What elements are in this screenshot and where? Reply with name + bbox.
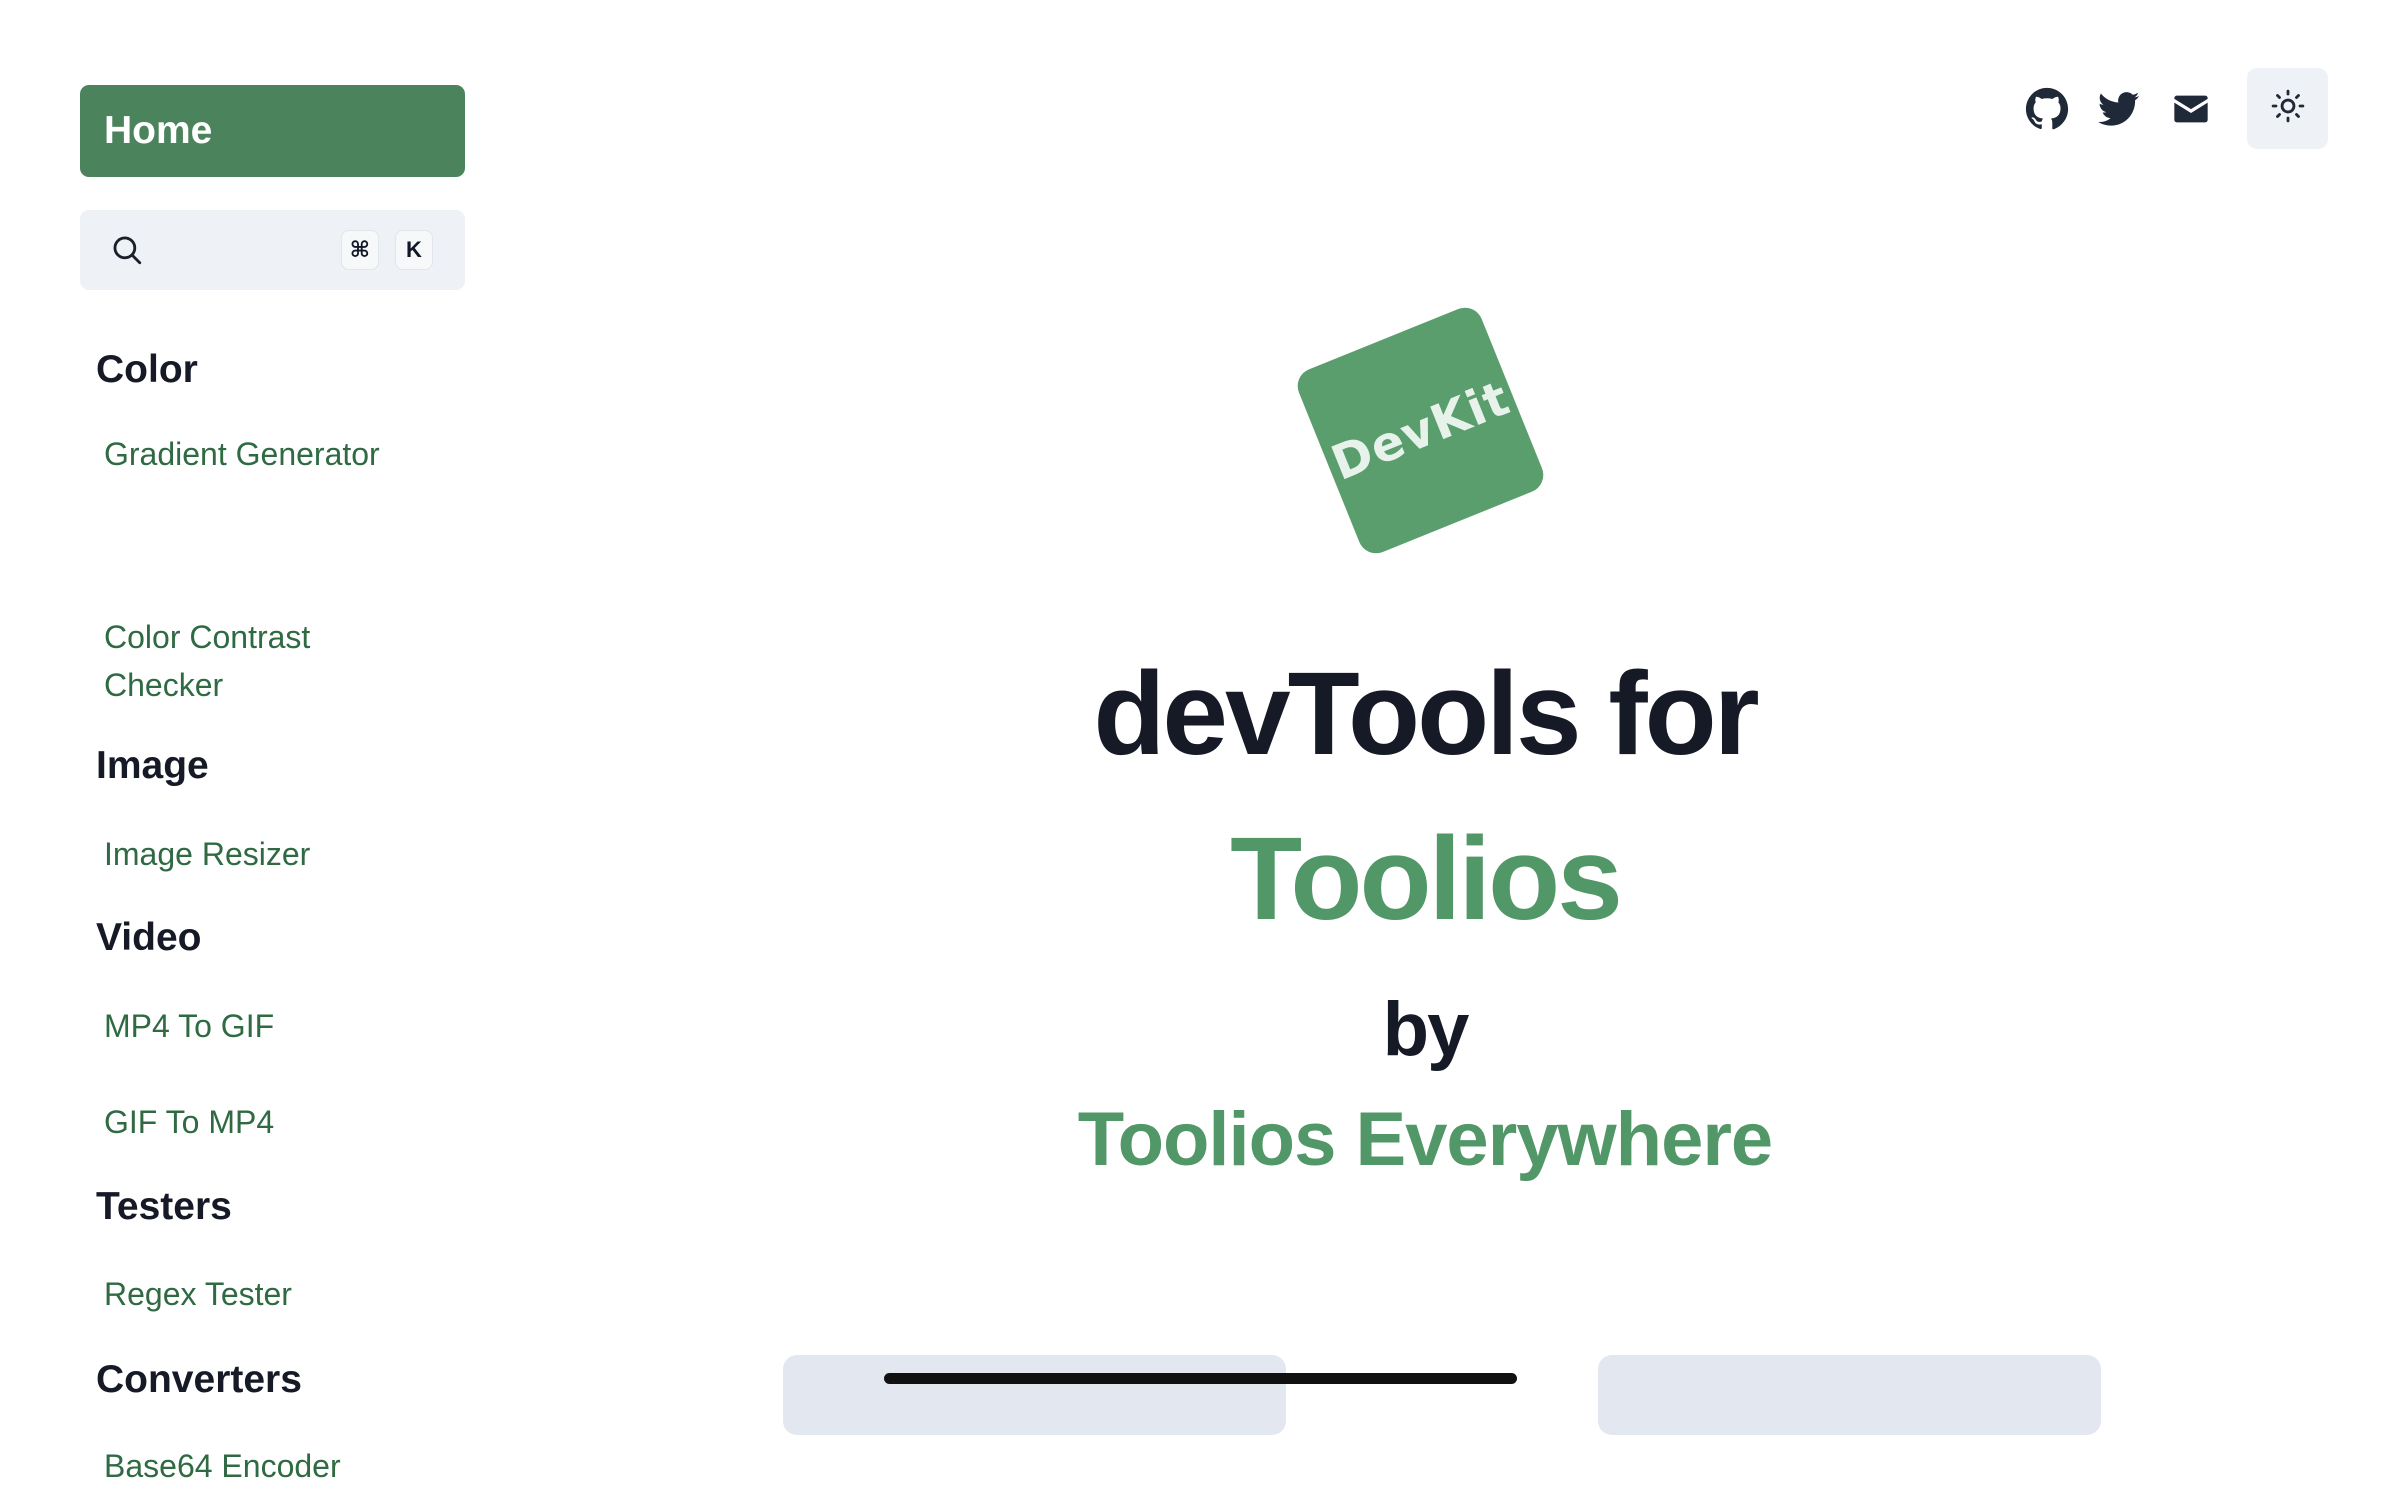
section-video: Video — [80, 918, 201, 957]
section-title-converters: Converters — [96, 1358, 302, 1401]
sun-icon — [2271, 89, 2305, 128]
hero-title-line4: Toolios Everywhere — [1077, 1097, 1773, 1182]
k-key: K — [395, 230, 433, 270]
search-icon — [110, 233, 144, 267]
command-key: ⌘ — [340, 230, 379, 270]
section-color: Color — [80, 350, 198, 389]
devkit-logo: DevKit — [1292, 302, 1549, 559]
section-testers: Testers — [80, 1187, 232, 1226]
hero-title-line1: devTools for — [1093, 648, 1759, 780]
logo-text: DevKit — [1323, 369, 1518, 492]
section-title-color: Color — [96, 348, 198, 391]
github-icon[interactable] — [2019, 81, 2075, 137]
sidebar: Home ⌘ K Color Gradient Generator Color … — [80, 85, 465, 1484]
theme-toggle-button[interactable] — [2247, 68, 2328, 149]
mail-icon[interactable] — [2163, 81, 2219, 137]
twitter-icon[interactable] — [2091, 81, 2147, 137]
search-input[interactable]: ⌘ K — [80, 210, 465, 290]
hero-title-line3: by — [1382, 987, 1470, 1072]
sidebar-item-gradient-generator[interactable]: Gradient Generator — [104, 430, 404, 478]
section-converters: Converters — [80, 1360, 302, 1399]
sidebar-item-mp4-to-gif[interactable]: MP4 To GIF — [104, 1002, 404, 1050]
sidebar-item-color-contrast-checker[interactable]: Color Contrast Checker — [104, 613, 404, 709]
sidebar-item-base64-encoder[interactable]: Base64 Encoder — [104, 1442, 404, 1490]
hero-title-line2: Toolios — [1230, 813, 1623, 945]
section-title-image: Image — [96, 744, 209, 787]
feature-card[interactable] — [783, 1355, 1286, 1435]
home-indicator — [884, 1373, 1517, 1384]
home-button[interactable]: Home — [80, 85, 465, 177]
sidebar-item-image-resizer[interactable]: Image Resizer — [104, 830, 404, 878]
header-icons — [2019, 68, 2328, 149]
section-image: Image — [80, 746, 209, 785]
section-title-testers: Testers — [96, 1185, 232, 1228]
feature-card[interactable] — [1598, 1355, 2101, 1435]
home-button-label: Home — [104, 109, 213, 152]
sidebar-item-regex-tester[interactable]: Regex Tester — [104, 1270, 404, 1318]
sidebar-item-gif-to-mp4[interactable]: GIF To MP4 — [104, 1098, 404, 1146]
search-shortcut: ⌘ K — [340, 230, 433, 270]
section-title-video: Video — [96, 916, 202, 959]
